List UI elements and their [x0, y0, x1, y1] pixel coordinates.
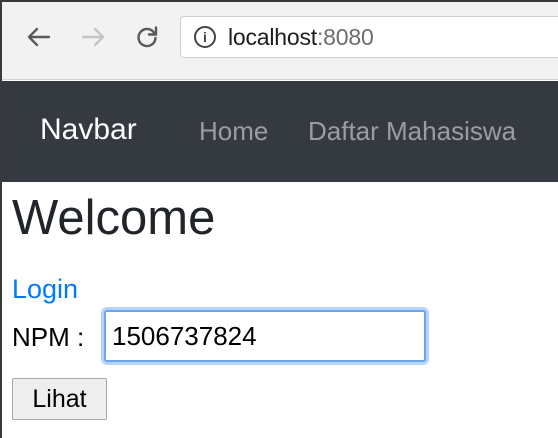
navbar: Navbar Home Daftar Mahasiswa — [2, 81, 558, 182]
browser-toolbar: i localhost:8080 — [2, 2, 558, 80]
url-text[interactable]: localhost:8080 — [228, 24, 374, 51]
address-bar[interactable]: i localhost:8080 — [180, 16, 558, 58]
forward-button[interactable] — [78, 22, 108, 52]
forward-arrow-icon — [81, 27, 105, 47]
back-button[interactable] — [24, 22, 54, 52]
npm-input[interactable] — [104, 310, 426, 362]
nav-link-home[interactable]: Home — [199, 116, 268, 147]
navbar-brand[interactable]: Navbar — [40, 113, 137, 147]
back-arrow-icon — [27, 27, 51, 47]
lihat-button[interactable]: Lihat — [12, 378, 107, 420]
nav-link-daftar-mahasiswa[interactable]: Daftar Mahasiswa — [308, 116, 516, 147]
login-link[interactable]: Login — [12, 274, 78, 305]
page-title: Welcome — [12, 191, 216, 245]
info-icon[interactable]: i — [194, 26, 216, 48]
reload-icon — [137, 26, 158, 48]
url-port: :8080 — [316, 23, 374, 50]
npm-label: NPM : — [12, 322, 85, 352]
url-host: localhost — [228, 23, 317, 50]
browser-window: i localhost:8080 Navbar Home Daftar Maha… — [0, 0, 558, 438]
reload-button[interactable] — [132, 22, 162, 52]
